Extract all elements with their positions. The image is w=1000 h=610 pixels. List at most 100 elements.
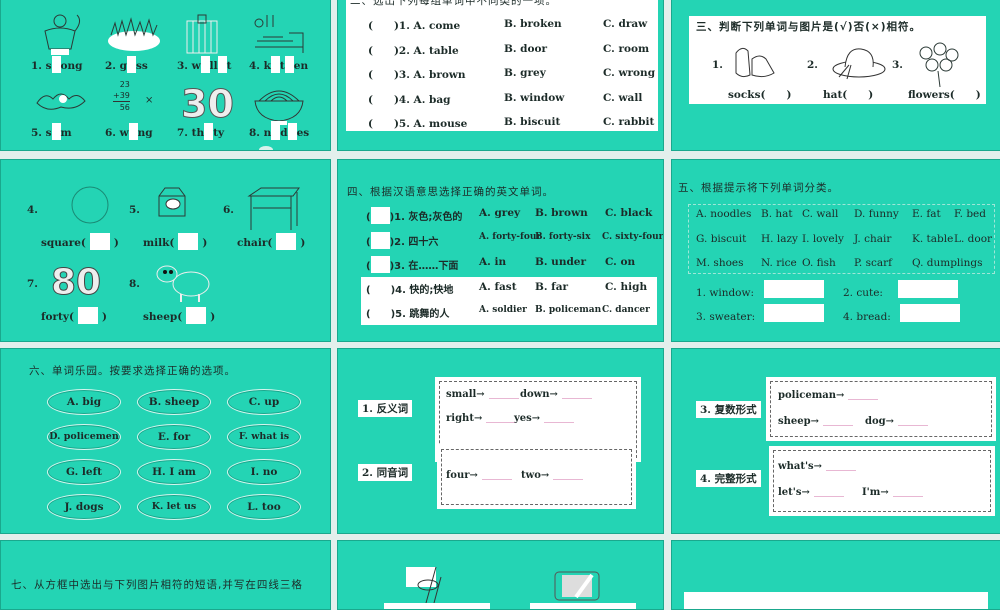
word-part: 8. n [249,127,272,139]
slide-thumbnail-2[interactable]: 二、选出下列每组单词中不同类的一项。 ( )1. A. come B. broke… [337,0,664,151]
word-part: 5. s [31,127,52,139]
answer-line[interactable] [898,425,929,426]
answer-box[interactable] [370,256,390,273]
option-c: C. on [605,256,636,268]
option-a: A. soldier [479,305,527,315]
answer-line[interactable] [826,470,857,471]
answer-line[interactable] [823,425,853,426]
word-blank-item: 4. k t en [249,56,308,73]
letter-blank[interactable] [287,123,297,140]
answer-box[interactable] [276,233,297,250]
word-part: en [293,60,309,72]
slide-thumbnail-9[interactable]: 3. 复数形式 4. 完整形式 policeman→ sheep→ dog→ what… [671,348,1000,534]
letter-blank[interactable] [51,56,61,73]
letter-blank[interactable] [284,56,294,73]
source-word: small→ [446,389,485,400]
option-cloud[interactable]: A. big [47,389,121,415]
letter-blank[interactable] [204,123,214,140]
shoes-icon [735,47,775,78]
question-row: ( )5. 跳舞的人 [366,305,449,320]
option-cloud[interactable]: H. I am [137,459,211,485]
answer-box[interactable] [178,233,199,250]
option-cloud[interactable]: E. for [137,424,211,450]
letter-blank[interactable] [217,56,227,73]
answer-box[interactable] [186,307,207,324]
wrong-mark: × [145,95,154,106]
answer-line[interactable] [481,479,512,480]
option-cloud[interactable]: I. no [227,459,301,485]
option-c: C. wrong [603,67,656,79]
question-row: ( )4. 快的;快地 [366,281,453,296]
answer-box[interactable] [370,207,390,224]
category-answer-box[interactable] [764,280,824,298]
answer-line[interactable] [561,398,592,399]
letter-blank[interactable] [271,123,281,140]
source-word: let's→ [778,487,810,498]
transform-item: let's→ [778,487,844,498]
slide-thumbnail-6[interactable]: 五、根据提示将下列单词分类。 A. noodles B. hat C. wall D.… [671,159,1000,342]
option-cloud[interactable]: B. sheep [137,389,211,415]
transform-item: yes→ [514,413,575,424]
option-cloud[interactable]: L. too [227,494,301,520]
option-a: A. grey [479,207,521,219]
transform-item: right→ [446,413,517,424]
category-answer-box[interactable] [764,304,824,322]
close-paren: ) [202,237,208,249]
question-stem: )1. 灰色;灰色的 [389,212,463,223]
slide-thumbnail-3[interactable]: 三、判断下列单词与图片是(√)否(×)相符。 1. socks( ) 2. hat( … [671,0,1000,151]
answer-line[interactable] [486,422,517,423]
slide-thumbnail-4[interactable]: 4. square() 5. milk() 6. chair() 7. 80 forty() 8.… [0,159,331,342]
letter-blank[interactable] [126,56,136,73]
word: chair( [237,237,273,249]
word: milk( [143,237,175,249]
answer-box[interactable] [77,307,98,324]
option-c: C. sixty-four [602,231,664,242]
option-cloud[interactable]: C. up [227,389,301,415]
slide-thumbnail-5[interactable]: 四、根据汉语意思选择正确的英文单词。 ()1. 灰色;灰色的 A. grey B. … [337,159,664,342]
answer-box[interactable] [370,231,390,249]
option-cloud[interactable]: J. dogs [47,494,121,520]
letter-blank[interactable] [128,123,138,140]
judge-word: hat( ) [823,89,874,101]
judge-word: chair() [237,233,305,250]
question-row-stem: ( )2. A. table [368,44,459,57]
category-label: 4. bread: [843,311,891,323]
word-part: m [60,127,72,139]
question-row-stem: ( )3. A. brown [368,69,466,81]
word-part: es [296,127,310,139]
tablet-icon [554,571,600,601]
thirty-icon: 30 [181,82,235,127]
answer-line[interactable] [813,496,844,497]
category-answer-box[interactable] [900,304,960,322]
sum-line: 23 [119,80,130,89]
category-answer-box[interactable] [898,280,958,298]
option-c: C. high [605,280,648,293]
word-part: 1. s [31,60,52,72]
option-c: C. dancer [602,305,650,315]
answer-line[interactable] [553,479,584,480]
answer-line[interactable] [892,496,923,497]
option-cloud[interactable]: F. what is [227,424,301,450]
judge-word: sheep() [143,307,215,324]
answer-box[interactable] [89,233,110,250]
answer-line[interactable] [848,399,879,400]
slide-thumbnail-1[interactable]: 1. s ong 2. g ss 3. w ll t 4. k t en 5. s m 23 +39 56 ×… [0,0,331,151]
answer-line[interactable] [544,422,575,423]
option-cloud[interactable]: D. policemen [47,424,121,450]
slide-thumbnail-7[interactable]: 六、单词乐园。按要求选择正确的选项。 A. big B. sheep C. up D.… [0,348,331,534]
letter-blank[interactable] [270,56,280,73]
slide-thumbnail-8[interactable]: 1. 反义词 2. 同音词 small→ down→ right→ yes→ four→… [337,348,664,534]
strong-man-icon [44,14,81,55]
letter-blank[interactable] [51,123,61,140]
question-row: ()3. 在……下面 [366,256,458,273]
answer-line[interactable] [488,398,519,399]
letter-blank[interactable] [200,56,210,73]
option-cloud[interactable]: G. left [47,459,121,485]
option-b: B. policeman [535,305,602,315]
milk-carton-icon [158,187,186,217]
word-blank-item: 5. s m [31,123,72,140]
option-cloud[interactable]: K. let us [137,494,211,520]
option-b: B. forty-six [535,231,591,242]
bird-nest-icon [406,566,442,604]
eighty-icon: 80 [51,262,102,304]
